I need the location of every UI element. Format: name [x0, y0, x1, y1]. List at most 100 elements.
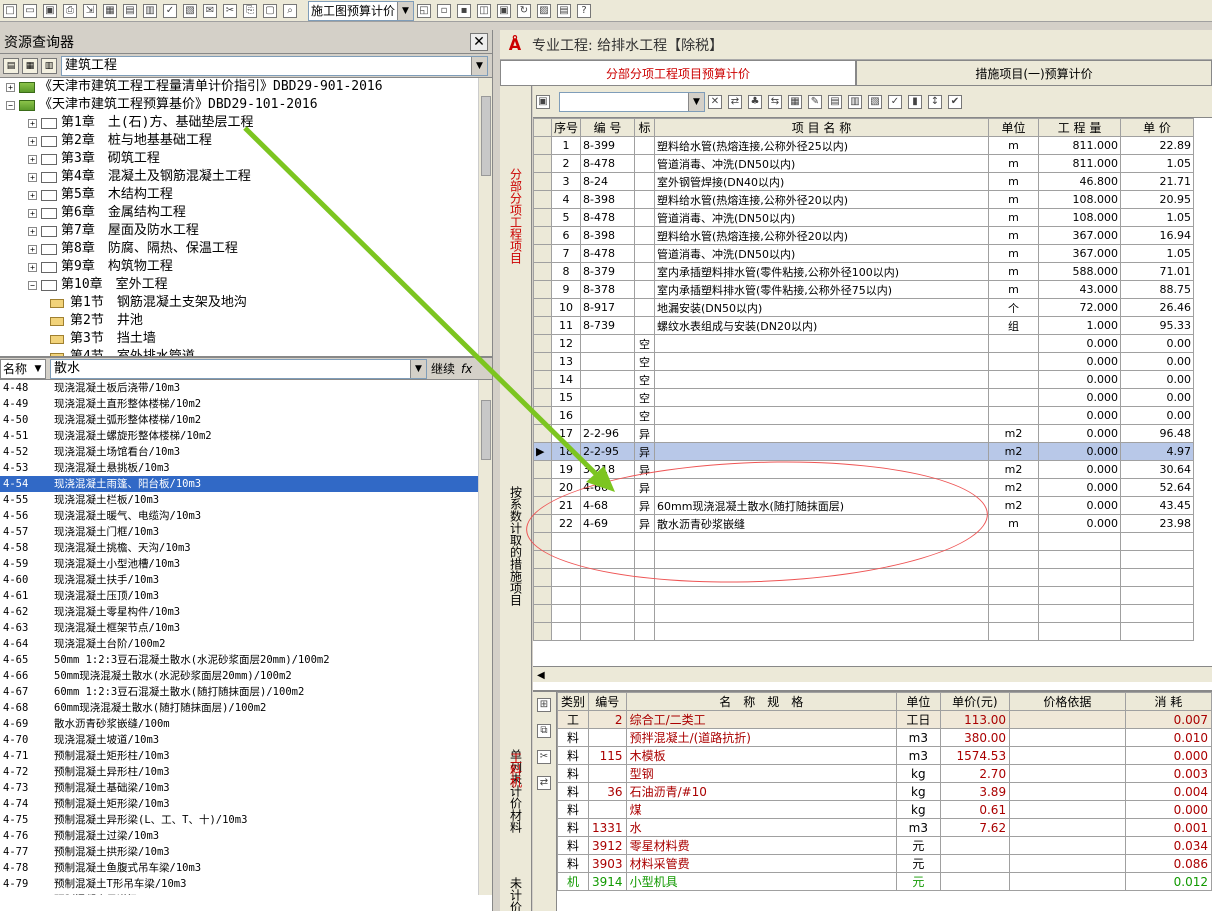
res-cell-name[interactable]: 材料采管费	[625, 854, 898, 873]
cell-seq[interactable]: 14	[550, 370, 582, 389]
resource-row[interactable]: 料 115 木模板 m3 1574.53 0.000	[556, 746, 1212, 765]
cell-seq[interactable]: 16	[550, 406, 582, 425]
cell-unit[interactable]	[988, 622, 1040, 641]
cell-price[interactable]: 0.00	[1120, 370, 1195, 389]
cell-seq[interactable]: 3	[550, 172, 582, 191]
cut-icon[interactable]: ✂	[223, 3, 237, 18]
cell-unit[interactable]	[988, 406, 1040, 425]
cell-qty[interactable]	[1038, 604, 1122, 623]
cell-flag[interactable]	[634, 262, 656, 281]
cell-code[interactable]: 8-379	[580, 262, 636, 281]
edit-icon[interactable]: ✎	[808, 94, 822, 109]
sort-icon[interactable]: ↕	[928, 94, 942, 109]
cell-unit[interactable]: m	[988, 280, 1040, 299]
table-row[interactable]: 11 8-739 螺纹水表组成与安装(DN20以内) 组 1.000 95.33	[533, 316, 1195, 335]
header-name[interactable]: 项 目 名 称	[654, 118, 990, 137]
cell-qty[interactable]	[1038, 586, 1122, 605]
cell-unit[interactable]: m	[988, 154, 1040, 173]
table-row[interactable]: 15 空 0.000 0.00	[533, 388, 1195, 407]
row-marker[interactable]	[533, 388, 552, 407]
cell-unit[interactable]: m	[988, 262, 1040, 281]
cell-seq[interactable]: 11	[550, 316, 582, 335]
cell-qty[interactable]: 811.000	[1038, 154, 1122, 173]
replace-icon[interactable]: ⇄	[537, 776, 551, 790]
row-marker[interactable]	[533, 226, 552, 245]
cell-price[interactable]: 0.00	[1120, 334, 1195, 353]
link-icon[interactable]: ⧉	[537, 724, 551, 738]
cell-code[interactable]: 8-478	[580, 208, 636, 227]
res-cell-basis[interactable]	[1009, 764, 1126, 783]
cell-seq[interactable]: 6	[550, 226, 582, 245]
export-icon[interactable]: ⇲	[83, 3, 97, 18]
res-cell-unit[interactable]: 元	[896, 836, 941, 855]
tree-icon[interactable]: ▥	[143, 3, 157, 18]
cell-qty[interactable]: 72.000	[1038, 298, 1122, 317]
resource-row[interactable]: 料 煤 kg 0.61 0.000	[556, 800, 1212, 819]
res-cell-code[interactable]: 36	[588, 782, 627, 801]
list-item[interactable]: 4-69 散水沥青砂浆嵌缝/100m	[0, 716, 492, 732]
res-cell-code[interactable]	[588, 728, 627, 747]
table-row[interactable]	[533, 604, 1195, 623]
cell-code[interactable]: 2-2-95	[580, 442, 636, 461]
list-item[interactable]: 4-48 现浇混凝土板后浇带/10m3	[0, 380, 492, 396]
cell-qty[interactable]: 0.000	[1038, 352, 1122, 371]
cell-flag[interactable]	[634, 622, 656, 641]
delete-row-icon[interactable]: ✕	[708, 94, 722, 109]
cell-qty[interactable]: 0.000	[1038, 424, 1122, 443]
cell-price[interactable]	[1120, 604, 1195, 623]
res-cell-code[interactable]: 3903	[588, 854, 627, 873]
list-scrollbar[interactable]	[478, 380, 492, 895]
cell-price[interactable]: 16.94	[1120, 226, 1195, 245]
expand-icon[interactable]: +	[28, 136, 37, 146]
list-item[interactable]: 4-74 预制混凝土矩形梁/10m3	[0, 796, 492, 812]
cell-qty[interactable]: 0.000	[1038, 478, 1122, 497]
cell-unit[interactable]: m2	[988, 442, 1040, 461]
report-icon[interactable]: ▤	[557, 3, 571, 18]
cell-name[interactable]	[654, 586, 990, 605]
header-code[interactable]: 编 号	[580, 118, 636, 137]
res-header-name[interactable]: 名 称 规 格	[625, 692, 898, 711]
cell-unit[interactable]: 个	[988, 298, 1040, 317]
cell-flag[interactable]	[634, 604, 656, 623]
cell-name[interactable]	[654, 334, 990, 353]
list-item[interactable]: 4-80预制混凝土风道梁/10m3	[0, 892, 492, 895]
cell-name[interactable]	[654, 388, 990, 407]
list-item[interactable]: 4-57 现浇混凝土门框/10m3	[0, 524, 492, 540]
cell-seq[interactable]	[550, 586, 582, 605]
res-cell-type[interactable]: 料	[556, 818, 590, 837]
list-item[interactable]: 4-75 预制混凝土异形梁(L、工、T、十)/10m3	[0, 812, 492, 828]
list-item[interactable]: 4-78 预制混凝土鱼腹式吊车梁/10m3	[0, 860, 492, 876]
cell-qty[interactable]: 43.000	[1038, 280, 1122, 299]
resource-row[interactable]: 料 1331 水 m3 7.62 0.001	[556, 818, 1212, 837]
cell-unit[interactable]	[988, 370, 1040, 389]
cell-flag[interactable]	[634, 208, 656, 227]
cell-code[interactable]: 8-398	[580, 226, 636, 245]
list-item[interactable]: 4-68 60mm现浇混凝土散水(随打随抹面层)/100m2	[0, 700, 492, 716]
res-cell-type[interactable]: 料	[556, 764, 590, 783]
res-cell-type[interactable]: 料	[556, 800, 590, 819]
expand-icon[interactable]: +	[28, 154, 37, 164]
tree-node[interactable]: 第4节 室外排水管道	[0, 348, 492, 356]
cell-qty[interactable]: 0.000	[1038, 496, 1122, 515]
cell-flag[interactable]: 空	[634, 352, 656, 371]
cell-qty[interactable]	[1038, 532, 1122, 551]
row-marker[interactable]: ▶	[533, 442, 552, 461]
list-item[interactable]: 4-60 现浇混凝土扶手/10m3	[0, 572, 492, 588]
cell-price[interactable]: 30.64	[1120, 460, 1195, 479]
cell-name[interactable]	[654, 406, 990, 425]
tree-node[interactable]: 第3节 挡土墙	[0, 330, 492, 348]
cell-code[interactable]	[580, 352, 636, 371]
cell-code[interactable]: 8-478	[580, 244, 636, 263]
cell-unit[interactable]: m	[988, 226, 1040, 245]
cell-qty[interactable]	[1038, 550, 1122, 569]
row-marker[interactable]	[533, 262, 552, 281]
cell-code[interactable]: 8-917	[580, 298, 636, 317]
list-item[interactable]: 4-76 预制混凝土过梁/10m3	[0, 828, 492, 844]
res-cell-cons[interactable]: 0.012	[1124, 872, 1212, 891]
table-row[interactable]	[533, 622, 1195, 641]
tab-measures[interactable]: 措施项目(一)预算计价	[856, 60, 1212, 85]
cell-code[interactable]	[580, 370, 636, 389]
check-icon[interactable]: ✓	[888, 94, 902, 109]
res-cell-name[interactable]: 木模板	[625, 746, 898, 765]
res-cell-name[interactable]: 零星材料费	[625, 836, 898, 855]
